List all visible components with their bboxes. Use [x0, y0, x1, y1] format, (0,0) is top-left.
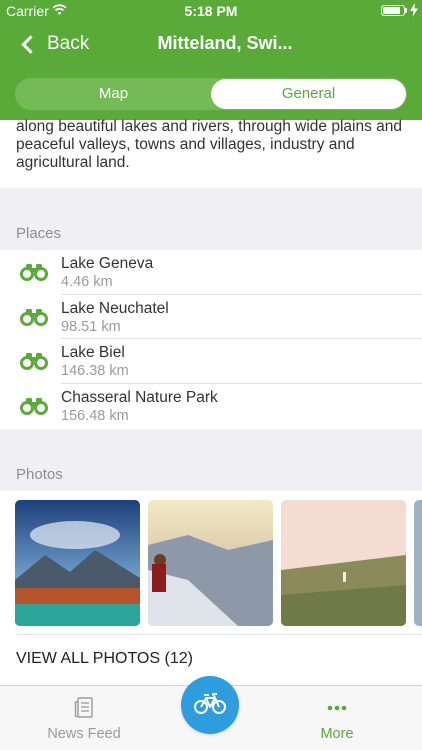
tab-news-feed[interactable]: News Feed	[14, 686, 154, 750]
status-bar: Carrier 5:18 PM	[0, 0, 422, 22]
back-button[interactable]: Back	[20, 29, 89, 59]
place-distance: 98.51 km	[61, 318, 121, 335]
binoculars-icon	[20, 353, 48, 370]
bicycle-icon	[194, 693, 226, 714]
photo-thumbnail[interactable]	[414, 500, 422, 626]
photos-header-label: Photos	[16, 466, 63, 483]
back-label: Back	[47, 33, 90, 54]
places-list: Lake Geneva 4.46 km Lake Neuchatel 98.51…	[0, 250, 422, 428]
view-all-photos-button[interactable]: VIEW ALL PHOTOS (12)	[16, 650, 193, 668]
battery-fill	[383, 7, 401, 14]
photos-section-header: Photos	[0, 429, 422, 491]
news-feed-icon	[74, 697, 93, 718]
photo-skier	[148, 500, 273, 626]
more-dots-icon	[327, 705, 347, 711]
place-name: Lake Biel	[61, 344, 125, 361]
place-distance: 4.46 km	[61, 274, 113, 290]
place-distance: 156.48 km	[61, 407, 129, 424]
navigation-bar: Back Mitteland, Swi...	[0, 22, 422, 66]
battery-tip	[405, 8, 407, 13]
photos-carousel[interactable]	[0, 500, 422, 626]
tab-more[interactable]: More	[267, 686, 407, 750]
page-title: Mitteland, Swi...	[157, 33, 293, 53]
place-item[interactable]: Lake Geneva 4.46 km	[0, 250, 422, 295]
place-name: Lake Geneva	[61, 255, 154, 272]
photo-thumbnail[interactable]	[148, 500, 273, 626]
tab-more-label: More	[320, 726, 354, 742]
ride-button[interactable]	[181, 676, 239, 734]
place-item[interactable]: Lake Neuchatel 98.51 km	[0, 295, 422, 339]
binoculars-icon	[20, 264, 48, 281]
tab-news-feed-label: News Feed	[47, 726, 121, 742]
photo-thumbnail[interactable]	[281, 500, 406, 626]
photo-mountain-lake	[15, 500, 140, 626]
status-time: 5:18 PM	[184, 3, 238, 19]
place-name: Chasseral Nature Park	[61, 388, 218, 406]
segment-map[interactable]: Map	[16, 79, 211, 109]
header: Carrier 5:18 PM Back Mitteland, Swi... M…	[0, 0, 422, 120]
places-section-header: Places	[0, 188, 422, 250]
place-distance: 146.38 km	[61, 363, 129, 379]
charging-icon	[410, 3, 418, 17]
place-name: Lake Neuchatel	[61, 299, 169, 317]
binoculars-icon	[20, 308, 48, 326]
photo-thumbnail[interactable]	[15, 500, 140, 626]
place-item[interactable]: Lake Biel 146.38 km	[0, 339, 422, 384]
photo-partial	[414, 500, 422, 626]
segment-general[interactable]: General	[211, 79, 406, 109]
description-text: along beautiful lakes and rivers, throug…	[16, 118, 403, 171]
back-chevron-icon	[21, 34, 40, 54]
place-item[interactable]: Chasseral Nature Park 156.48 km	[0, 384, 422, 429]
binoculars-icon	[20, 397, 48, 415]
battery-icon	[381, 5, 405, 16]
divider	[16, 634, 422, 635]
photo-meadow	[281, 500, 406, 626]
places-header-label: Places	[16, 225, 62, 242]
view-segment-control: Map General	[15, 78, 407, 110]
